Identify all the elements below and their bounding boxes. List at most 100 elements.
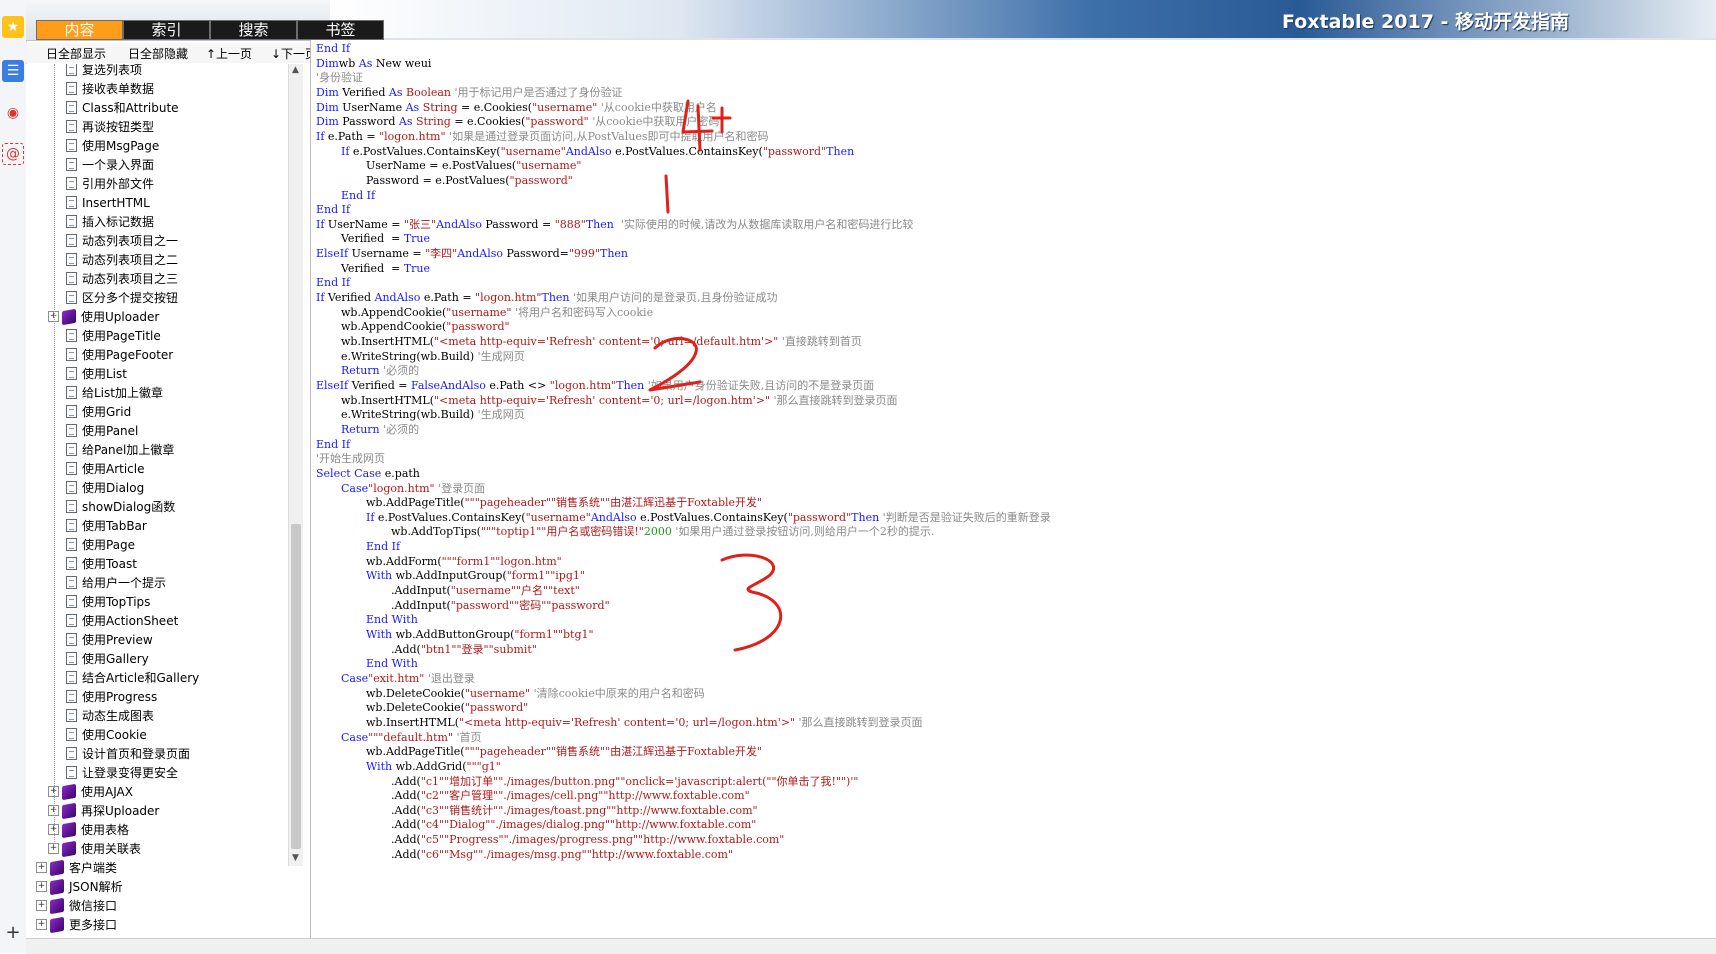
expand-icon[interactable]: + bbox=[36, 862, 47, 873]
code-line: If UserName = "张三"AndAlso Password = "88… bbox=[316, 217, 913, 232]
tree-page-item[interactable]: 使用Preview bbox=[66, 630, 153, 649]
tree-page-item[interactable]: 设计首页和登录页面 bbox=[66, 744, 190, 763]
tree-scrollbar[interactable]: ▲ ▼ bbox=[288, 64, 303, 866]
tree-folder-item[interactable]: 使用Uploader bbox=[62, 307, 159, 326]
code-line: Return '必须的 bbox=[341, 422, 419, 437]
tree-page-item[interactable]: 使用TabBar bbox=[66, 516, 147, 535]
code-token: "http://www.foxtable.com" bbox=[610, 818, 757, 832]
add-icon[interactable]: + bbox=[2, 921, 24, 943]
tree-page-item[interactable]: 使用PageFooter bbox=[66, 345, 173, 364]
weibo-icon[interactable]: ◉ bbox=[2, 102, 24, 124]
tree-page-item[interactable]: 使用Progress bbox=[66, 687, 157, 706]
code-token: AndAlso bbox=[436, 217, 482, 231]
mail-icon[interactable]: @ bbox=[2, 143, 24, 165]
code-token: "onclick='javascript:alert(""你单击了我!"")'" bbox=[620, 774, 859, 788]
show-all-button[interactable]: 日全部显示 bbox=[46, 45, 106, 62]
tree-scrollbar-thumb[interactable] bbox=[291, 524, 301, 849]
tree-folder-item[interactable]: 使用AJAX bbox=[62, 782, 133, 801]
code-token: End If bbox=[316, 203, 351, 217]
tree-folder-item[interactable]: JSON解析 bbox=[50, 877, 123, 896]
tree-page-item[interactable]: 使用Dialog bbox=[66, 478, 144, 497]
expand-icon[interactable]: + bbox=[36, 881, 47, 892]
tree-page-item[interactable]: 插入标记数据 bbox=[66, 212, 154, 231]
code-token: Verified = bbox=[341, 261, 404, 275]
code-token: '将用户名和密码写入cookie bbox=[511, 305, 654, 319]
tree-page-item[interactable]: 引用外部文件 bbox=[66, 174, 154, 193]
code-line: .AddInput("password""密码""password" bbox=[391, 598, 610, 613]
left-icon-strip: ★ ☰ ◉ @ + bbox=[0, 0, 27, 953]
tree-page-item[interactable]: 接收表单数据 bbox=[66, 79, 154, 98]
tree-folder-item[interactable]: 再探Uploader bbox=[62, 801, 159, 820]
tab-index[interactable]: 索引 bbox=[123, 20, 210, 40]
code-token: Password = e.PostValues( bbox=[366, 173, 510, 187]
expand-icon[interactable]: + bbox=[48, 843, 59, 854]
code-token: '那么直接跳转到登录页面 bbox=[795, 715, 923, 729]
tab-contents[interactable]: 内容 bbox=[36, 20, 123, 40]
star-icon[interactable]: ★ bbox=[2, 16, 24, 38]
tree-folder-item[interactable]: 使用关联表 bbox=[62, 839, 141, 858]
tree-page-item[interactable]: 使用Article bbox=[66, 459, 145, 478]
page-icon bbox=[66, 291, 77, 304]
tree-folder-item[interactable]: 更多接口 bbox=[50, 915, 117, 934]
code-token: New weui bbox=[372, 56, 432, 70]
tree-page-item[interactable]: 结合Article和Gallery bbox=[66, 668, 199, 687]
tree-page-item[interactable]: 再谈按钮类型 bbox=[66, 117, 154, 136]
page-icon bbox=[66, 405, 77, 418]
expand-icon[interactable]: + bbox=[36, 919, 47, 930]
scroll-up-icon[interactable]: ▲ bbox=[292, 65, 299, 75]
tree-page-item[interactable]: 动态列表项目之二 bbox=[66, 250, 178, 269]
tree-page-item[interactable]: 使用Gallery bbox=[66, 649, 149, 668]
tree-page-item[interactable]: 复选列表项 bbox=[66, 64, 142, 79]
tree-page-item[interactable]: Class和Attribute bbox=[66, 98, 179, 117]
code-token: '退出登录 bbox=[424, 671, 475, 685]
code-token: AndAlso bbox=[374, 291, 421, 305]
code-token: Then bbox=[541, 291, 570, 305]
tree-page-item[interactable]: 使用Grid bbox=[66, 402, 131, 421]
code-token: "exit.htm" bbox=[368, 671, 425, 685]
tree-toolbar: 日全部显示 日全部隐藏 ↑上一页 ↓下一页 bbox=[26, 43, 326, 63]
list-icon[interactable]: ☰ bbox=[2, 60, 24, 82]
tree-page-item[interactable]: 使用PageTitle bbox=[66, 326, 161, 345]
code-token: End With bbox=[366, 657, 418, 671]
code-token: wb.DeleteCookie( bbox=[366, 701, 465, 715]
tree-page-item[interactable]: 使用MsgPage bbox=[66, 136, 159, 155]
tree-page-item[interactable]: 使用List bbox=[66, 364, 127, 383]
tree-page-item[interactable]: 动态列表项目之一 bbox=[66, 231, 178, 250]
tree-page-item[interactable]: 使用TopTips bbox=[66, 592, 150, 611]
tree-folder-item[interactable]: 使用表格 bbox=[62, 820, 129, 839]
code-line: wb.InsertHTML("<meta http-equiv='Refresh… bbox=[366, 715, 923, 730]
code-line: Return '必须的 bbox=[341, 363, 419, 378]
tree-page-item[interactable]: 动态列表项目之三 bbox=[66, 269, 178, 288]
code-token: As bbox=[388, 85, 403, 99]
code-line: wb.AddForm("""form1""logon.htm" bbox=[366, 554, 562, 569]
tree-page-item[interactable]: 让登录变得更安全 bbox=[66, 763, 178, 782]
prev-page-button[interactable]: ↑上一页 bbox=[206, 45, 252, 62]
tree-folder-item[interactable]: 微信接口 bbox=[50, 896, 117, 915]
tree-page-item[interactable]: InsertHTML bbox=[66, 193, 150, 212]
tab-bookmarks[interactable]: 书签 bbox=[297, 20, 384, 40]
tree-page-item[interactable]: 给List加上徽章 bbox=[66, 383, 163, 402]
tree-folder-item[interactable]: 客户端类 bbox=[50, 858, 117, 877]
tree-page-item[interactable]: 给用户一个提示 bbox=[66, 573, 166, 592]
code-token: "登录" bbox=[456, 642, 489, 656]
tree-page-item[interactable]: 给Panel加上徽章 bbox=[66, 440, 174, 459]
hide-all-button[interactable]: 日全部隐藏 bbox=[128, 45, 188, 62]
tree-page-item[interactable]: 使用Toast bbox=[66, 554, 137, 573]
code-token: End If bbox=[316, 42, 351, 55]
page-icon bbox=[66, 253, 77, 266]
tree-page-item[interactable]: 使用Cookie bbox=[66, 725, 147, 744]
code-line: End If bbox=[316, 41, 350, 56]
expand-icon[interactable]: + bbox=[36, 900, 47, 911]
tree-page-item[interactable]: 区分多个提交按钮 bbox=[66, 288, 178, 307]
code-line: .AddInput("username""户名""text" bbox=[391, 583, 580, 598]
tab-search[interactable]: 搜索 bbox=[210, 20, 297, 40]
scroll-down-icon[interactable]: ▼ bbox=[292, 853, 299, 863]
tree-page-item[interactable]: 一个录入界面 bbox=[66, 155, 154, 174]
tree-page-item[interactable]: 动态生成图表 bbox=[66, 706, 154, 725]
code-token: "http://www.foxtable.com" bbox=[603, 789, 750, 803]
tree-page-item[interactable]: showDialog函数 bbox=[66, 497, 175, 516]
tree-page-item[interactable]: 使用Page bbox=[66, 535, 135, 554]
tree-page-item[interactable]: 使用Panel bbox=[66, 421, 138, 440]
tree-page-item[interactable]: 使用ActionSheet bbox=[66, 611, 178, 630]
code-line: wb.AppendCookie("password" bbox=[341, 319, 510, 334]
